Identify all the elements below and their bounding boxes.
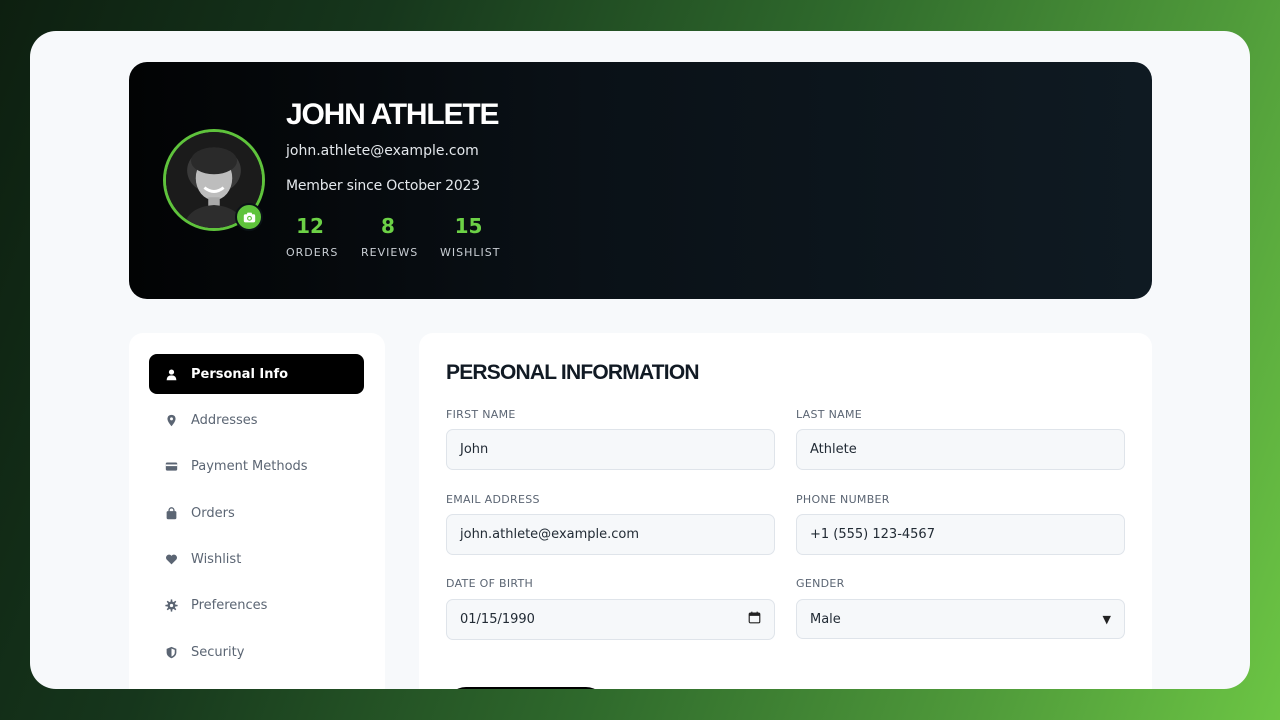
camera-icon — [243, 212, 255, 222]
stat-reviews: 8 REVIEWS — [361, 214, 419, 259]
sidebar-item-label: Personal Info — [191, 366, 289, 382]
dob-field[interactable]: 01/15/1990 — [446, 599, 775, 640]
sidebar-item-wishlist[interactable]: Wishlist — [149, 539, 364, 579]
profile-email: john.athlete@example.com — [286, 143, 479, 159]
member-since: Member since October 2023 — [286, 178, 480, 194]
stat-value: 12 — [296, 214, 324, 238]
gender-value: Male — [810, 611, 841, 627]
profile-name: JOHN ATHLETE — [286, 98, 499, 131]
shopping-bag-icon — [164, 506, 178, 520]
app-window: JOHN ATHLETE john.athlete@example.com Me… — [30, 31, 1250, 689]
phone-label: PHONE NUMBER — [796, 493, 890, 506]
first-name-field[interactable]: John — [446, 429, 775, 470]
sidebar-item-label: Wishlist — [191, 551, 242, 567]
email-value: john.athlete@example.com — [460, 527, 640, 542]
stat-orders: 12 ORDERS — [286, 214, 339, 259]
shield-icon — [164, 645, 178, 659]
map-pin-icon — [164, 413, 178, 427]
change-photo-button[interactable] — [235, 203, 263, 231]
sidebar-item-label: Payment Methods — [191, 458, 308, 474]
stat-wishlist: 15 WISHLIST — [440, 214, 501, 259]
sidebar-item-preferences[interactable]: Preferences — [149, 585, 364, 625]
personal-info-panel: PERSONAL INFORMATION FIRST NAME John LAS… — [419, 333, 1152, 689]
sidebar-item-payment-methods[interactable]: Payment Methods — [149, 446, 364, 486]
stat-label: ORDERS — [286, 246, 339, 259]
sidebar-item-personal-info[interactable]: Personal Info — [149, 354, 364, 394]
gear-icon — [164, 598, 178, 612]
profile-header: JOHN ATHLETE john.athlete@example.com Me… — [129, 62, 1152, 299]
panel-title: PERSONAL INFORMATION — [446, 361, 700, 384]
credit-card-icon — [164, 459, 178, 473]
last-name-field[interactable]: Athlete — [796, 429, 1125, 470]
first-name-label: FIRST NAME — [446, 408, 516, 421]
user-icon — [164, 367, 178, 381]
save-button[interactable] — [446, 687, 606, 689]
sidebar-item-addresses[interactable]: Addresses — [149, 400, 364, 440]
last-name-value: Athlete — [810, 442, 857, 457]
stat-value: 15 — [454, 214, 483, 238]
sidebar-item-label: Addresses — [191, 412, 258, 428]
gender-label: GENDER — [796, 577, 845, 590]
email-field[interactable]: john.athlete@example.com — [446, 514, 775, 555]
chevron-down-icon: ▼ — [1102, 612, 1111, 626]
dob-value: 01/15/1990 — [460, 612, 535, 627]
sidebar-item-orders[interactable]: Orders — [149, 493, 364, 533]
sidebar-item-security[interactable]: Security — [149, 632, 364, 672]
email-label: EMAIL ADDRESS — [446, 493, 540, 506]
gender-select[interactable]: Male ▼ — [796, 599, 1125, 639]
sidebar-item-label: Preferences — [191, 597, 268, 613]
sidebar-item-label: Security — [191, 644, 245, 660]
dob-label: DATE OF BIRTH — [446, 577, 534, 590]
phone-field[interactable]: +1 (555) 123-4567 — [796, 514, 1125, 555]
phone-value: +1 (555) 123-4567 — [810, 527, 935, 542]
account-sidebar: Personal Info Addresses Payment Methods … — [129, 333, 385, 689]
stat-value: 8 — [381, 214, 395, 238]
stat-label: REVIEWS — [361, 246, 419, 259]
last-name-label: LAST NAME — [796, 408, 862, 421]
calendar-icon[interactable] — [748, 611, 761, 628]
first-name-value: John — [460, 442, 489, 457]
stat-label: WISHLIST — [440, 246, 501, 259]
sidebar-item-label: Orders — [191, 505, 235, 521]
heart-icon — [164, 552, 178, 566]
